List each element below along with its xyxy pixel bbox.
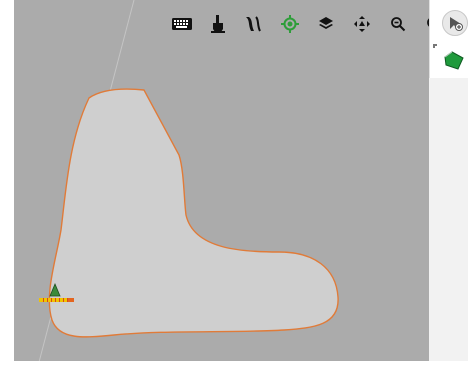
corner-indicator xyxy=(433,44,437,48)
map-view[interactable] xyxy=(14,0,429,366)
field-boundary[interactable] xyxy=(48,88,339,338)
hand-pointer-icon xyxy=(211,15,225,33)
side-panel xyxy=(429,0,468,366)
side-panel-header xyxy=(429,0,468,78)
layers-icon xyxy=(319,17,333,29)
zoom-in-button[interactable] xyxy=(416,11,429,37)
expand-panel-icon xyxy=(450,17,463,31)
vehicle-marker xyxy=(39,282,74,302)
zoom-out-icon xyxy=(391,17,406,32)
pan-button[interactable] xyxy=(344,11,380,37)
swath-lines-icon xyxy=(246,16,261,32)
gps-locate-icon xyxy=(281,15,299,33)
layers-button[interactable] xyxy=(308,11,344,37)
field-map-canvas xyxy=(37,0,339,366)
gps-locate-button[interactable] xyxy=(272,11,308,37)
field-boundary-icon xyxy=(444,51,464,70)
tractor-icon xyxy=(49,282,61,297)
keyboard-button[interactable] xyxy=(164,11,200,37)
bottom-edge xyxy=(0,361,468,366)
app-window xyxy=(0,0,468,366)
field-layer-button[interactable] xyxy=(442,50,466,72)
map-toolbar xyxy=(164,11,429,37)
swath-button[interactable] xyxy=(236,11,272,37)
zoom-out-button[interactable] xyxy=(380,11,416,37)
keyboard-icon xyxy=(172,18,192,30)
pan-arrows-icon xyxy=(354,16,370,32)
panel-toggle-button[interactable] xyxy=(442,10,468,36)
select-button[interactable] xyxy=(200,11,236,37)
